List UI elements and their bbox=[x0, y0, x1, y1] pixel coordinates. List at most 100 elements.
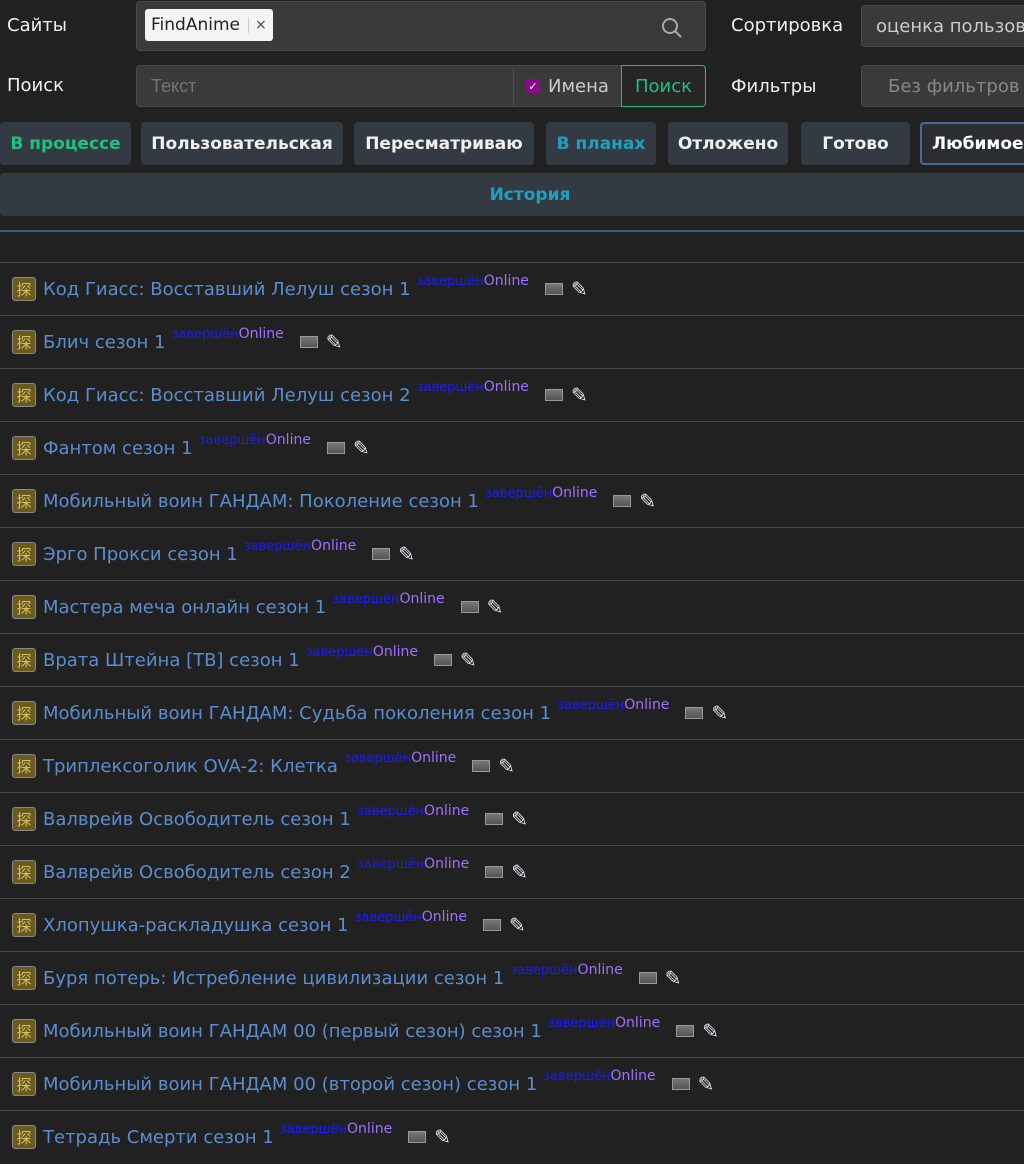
search-icon[interactable] bbox=[661, 17, 683, 39]
status-label: завершён bbox=[243, 538, 312, 554]
list-item: 探 Врата Штейна [ТВ] сезон 1 завершён Onl… bbox=[0, 633, 1024, 686]
pencil-icon[interactable]: ✎ bbox=[487, 595, 504, 619]
list-item: 探 Блич сезон 1 завершён Online ✎ bbox=[0, 315, 1024, 368]
type-label: Online bbox=[347, 1121, 393, 1137]
pencil-icon[interactable]: ✎ bbox=[509, 913, 526, 937]
image-icon[interactable] bbox=[485, 813, 504, 825]
pencil-icon[interactable]: ✎ bbox=[498, 754, 515, 778]
anime-title-link[interactable]: Тетрадь Смерти сезон 1 bbox=[43, 1127, 274, 1148]
anime-title-link[interactable]: Мобильный воин ГАНДАМ: Поколение сезон 1 bbox=[43, 491, 479, 512]
anime-title-link[interactable]: Хлопушка-раскладушка сезон 1 bbox=[43, 915, 349, 936]
pencil-icon[interactable]: ✎ bbox=[460, 648, 477, 672]
list-item: 探 Валврейв Освободитель сезон 1 завершён… bbox=[0, 792, 1024, 845]
anime-title-link[interactable]: Блич сезон 1 bbox=[43, 332, 165, 353]
image-icon[interactable] bbox=[434, 654, 453, 666]
site-icon: 探 bbox=[12, 966, 36, 990]
image-icon[interactable] bbox=[544, 389, 563, 401]
image-icon[interactable] bbox=[676, 1025, 695, 1037]
names-toggle[interactable]: ✓ Имена bbox=[513, 65, 622, 107]
pencil-icon[interactable]: ✎ bbox=[511, 807, 528, 831]
chip-close-icon[interactable]: × bbox=[247, 17, 267, 33]
pencil-icon[interactable]: ✎ bbox=[698, 1072, 715, 1096]
status-label: завершён bbox=[343, 750, 412, 766]
site-chip: FindAnime × bbox=[145, 9, 273, 41]
image-icon[interactable] bbox=[326, 442, 345, 454]
image-icon[interactable] bbox=[472, 760, 491, 772]
search-button[interactable]: Поиск bbox=[621, 65, 706, 107]
anime-title-link[interactable]: Мастера меча онлайн сезон 1 bbox=[43, 597, 326, 618]
image-icon[interactable] bbox=[460, 601, 479, 613]
type-label: Online bbox=[552, 485, 598, 501]
type-label: Online bbox=[399, 591, 445, 607]
tab-postponed[interactable]: Отложено bbox=[668, 122, 788, 165]
tab-custom[interactable]: Пользовательская bbox=[141, 122, 343, 165]
type-label: Online bbox=[424, 856, 470, 872]
image-icon[interactable] bbox=[613, 495, 632, 507]
pencil-icon[interactable]: ✎ bbox=[398, 542, 415, 566]
list-item: 探 Код Гиасс: Восставший Лелуш сезон 2 за… bbox=[0, 368, 1024, 421]
anime-title-link[interactable]: Код Гиасс: Восставший Лелуш сезон 2 bbox=[43, 385, 411, 406]
site-icon: 探 bbox=[12, 489, 36, 513]
pencil-icon[interactable]: ✎ bbox=[571, 277, 588, 301]
anime-title-link[interactable]: Триплексоголик OVA-2: Клетка bbox=[43, 756, 338, 777]
pencil-icon[interactable]: ✎ bbox=[434, 1125, 451, 1149]
pencil-icon[interactable]: ✎ bbox=[353, 436, 370, 460]
status-label: завершён bbox=[356, 856, 425, 872]
status-label: завершён bbox=[416, 379, 484, 395]
pencil-icon[interactable]: ✎ bbox=[711, 701, 728, 725]
anime-title-link[interactable]: Валврейв Освободитель сезон 1 bbox=[43, 809, 351, 830]
type-label: Online bbox=[577, 962, 623, 978]
sort-select[interactable]: оценка пользова bbox=[861, 5, 1024, 47]
tab-planned[interactable]: В планах bbox=[546, 122, 656, 165]
anime-title-link[interactable]: Эрго Прокси сезон 1 bbox=[43, 544, 238, 565]
anime-title-link[interactable]: Мобильный воин ГАНДАМ 00 (первый сезон) … bbox=[43, 1021, 542, 1042]
image-icon[interactable] bbox=[671, 1078, 690, 1090]
image-icon[interactable] bbox=[638, 972, 657, 984]
list-item: 探 Мобильный воин ГАНДАМ 00 (первый сезон… bbox=[0, 1004, 1024, 1057]
site-icon: 探 bbox=[12, 595, 36, 619]
filters-select[interactable]: Без фильтров bbox=[861, 65, 1024, 107]
pencil-icon[interactable]: ✎ bbox=[665, 966, 682, 990]
image-icon[interactable] bbox=[485, 866, 504, 878]
image-icon[interactable] bbox=[685, 707, 704, 719]
pencil-icon[interactable]: ✎ bbox=[326, 330, 343, 354]
pencil-icon[interactable]: ✎ bbox=[639, 489, 656, 513]
pencil-icon[interactable]: ✎ bbox=[571, 383, 588, 407]
tab-done[interactable]: Готово bbox=[801, 122, 910, 165]
image-icon[interactable] bbox=[408, 1131, 427, 1143]
site-icon: 探 bbox=[12, 330, 36, 354]
image-icon[interactable] bbox=[482, 919, 501, 931]
names-checkbox[interactable]: ✓ bbox=[526, 79, 540, 93]
filters-label: Фильтры bbox=[731, 76, 817, 97]
tab-favorites[interactable]: Любимое bbox=[920, 122, 1024, 165]
image-icon[interactable] bbox=[544, 283, 563, 295]
list-item: 探 Мастера меча онлайн сезон 1 завершён O… bbox=[0, 580, 1024, 633]
anime-title-link[interactable]: Врата Штейна [ТВ] сезон 1 bbox=[43, 650, 300, 671]
tab-rewatching[interactable]: Пересматриваю bbox=[354, 122, 534, 165]
site-icon: 探 bbox=[12, 754, 36, 778]
pencil-icon[interactable]: ✎ bbox=[511, 860, 528, 884]
type-label: Online bbox=[311, 538, 357, 554]
image-icon[interactable] bbox=[372, 548, 391, 560]
sites-input[interactable]: FindAnime × bbox=[136, 1, 706, 51]
anime-title-link[interactable]: Код Гиасс: Восставший Лелуш сезон 1 bbox=[43, 279, 411, 300]
anime-title-link[interactable]: Мобильный воин ГАНДАМ: Судьба поколения … bbox=[43, 703, 551, 724]
type-label: Online bbox=[421, 909, 467, 925]
site-icon: 探 bbox=[12, 1072, 36, 1096]
type-label: Online bbox=[424, 803, 470, 819]
anime-title-link[interactable]: Буря потерь: Истребление цивилизации сез… bbox=[43, 968, 504, 989]
sort-label: Сортировка bbox=[731, 15, 844, 36]
type-label: Online bbox=[483, 379, 529, 395]
search-input[interactable] bbox=[136, 65, 514, 107]
anime-title-link[interactable]: Мобильный воин ГАНДАМ 00 (второй сезон) … bbox=[43, 1074, 537, 1095]
tab-in-progress[interactable]: В процессе bbox=[0, 122, 131, 165]
type-label: Online bbox=[372, 644, 419, 660]
status-label: завершён bbox=[305, 644, 373, 660]
image-icon[interactable] bbox=[299, 336, 318, 348]
site-icon: 探 bbox=[12, 648, 36, 672]
divider bbox=[0, 230, 1024, 232]
tab-history[interactable]: История bbox=[0, 173, 1024, 216]
anime-title-link[interactable]: Фантом сезон 1 bbox=[43, 438, 193, 459]
pencil-icon[interactable]: ✎ bbox=[702, 1019, 719, 1043]
anime-title-link[interactable]: Валврейв Освободитель сезон 2 bbox=[43, 862, 351, 883]
